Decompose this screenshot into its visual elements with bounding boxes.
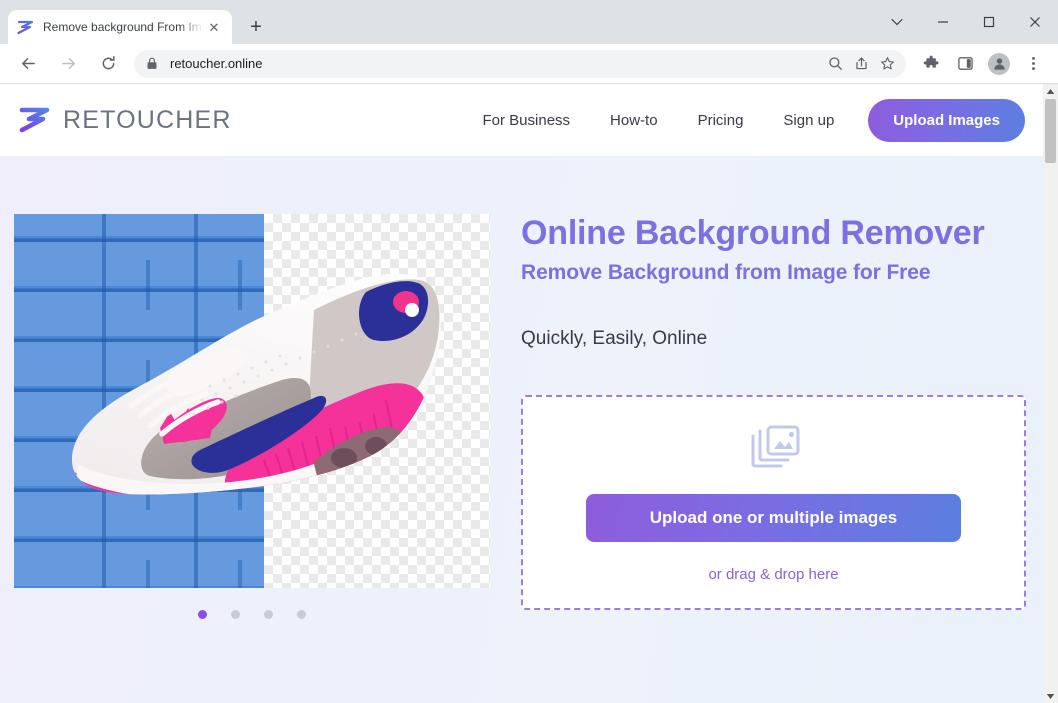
profile-button[interactable] <box>985 50 1013 78</box>
extensions-button[interactable] <box>917 50 945 78</box>
avatar <box>988 52 1010 75</box>
scrollbar-thumb[interactable] <box>1045 99 1056 163</box>
browser-window: Remove background From Image ✕ + <box>0 0 1058 703</box>
retoucher-logo-icon <box>18 105 52 135</box>
site-logo[interactable]: RETOUCHER <box>18 105 232 135</box>
bookmark-star-icon[interactable] <box>874 51 900 77</box>
nav-item-sign-up[interactable]: Sign up <box>783 112 834 129</box>
main-nav: For Business How-to Pricing Sign up Uplo… <box>483 98 1025 142</box>
reload-button[interactable] <box>93 49 123 79</box>
nav-item-pricing[interactable]: Pricing <box>698 112 744 129</box>
side-panel-button[interactable] <box>951 50 979 78</box>
close-window-button[interactable] <box>1012 0 1058 44</box>
image-with-background <box>14 214 264 588</box>
page-subtitle: Remove Background from Image for Free <box>521 261 931 285</box>
minimize-button[interactable] <box>920 0 966 44</box>
site-header: RETOUCHER For Business How-to Pricing Si… <box>0 84 1043 157</box>
before-after-carousel[interactable] <box>14 214 490 703</box>
hero-section: Online Background Remover Remove Backgro… <box>0 157 1043 703</box>
lock-icon <box>146 57 160 71</box>
omnibox-actions <box>822 51 900 77</box>
comparison-image <box>14 214 490 588</box>
carousel-dot-4[interactable] <box>297 609 306 619</box>
carousel-dots[interactable] <box>14 607 490 621</box>
nav-item-for-business[interactable]: For Business <box>483 112 571 129</box>
carousel-dot-2[interactable] <box>231 609 240 619</box>
forward-button[interactable] <box>53 49 83 79</box>
browser-toolbar: retoucher.online <box>0 44 1058 84</box>
upload-dropzone[interactable]: Upload one or multiple images or drag & … <box>521 395 1026 611</box>
three-dot-menu-button[interactable] <box>1019 50 1047 78</box>
back-button[interactable] <box>13 49 43 79</box>
page-title: Online Background Remover <box>521 214 985 252</box>
image-transparent-background <box>264 214 490 588</box>
scroll-up-arrow-icon[interactable] <box>1043 84 1058 98</box>
page-content: RETOUCHER For Business How-to Pricing Si… <box>0 84 1043 703</box>
page-scrollbar[interactable] <box>1043 84 1058 703</box>
url-text: retoucher.online <box>170 56 263 71</box>
tab-strip: Remove background From Image ✕ + <box>0 0 1058 44</box>
scroll-down-arrow-icon[interactable] <box>1043 689 1058 703</box>
nav-item-how-to[interactable]: How-to <box>610 112 658 129</box>
brick-wall-texture <box>14 214 264 588</box>
tab-title: Remove background From Image <box>43 20 203 34</box>
stacked-images-icon <box>747 424 801 472</box>
carousel-dot-3[interactable] <box>264 609 273 619</box>
logo-text: RETOUCHER <box>63 105 232 134</box>
hero-tagline: Quickly, Easily, Online <box>521 328 708 350</box>
address-bar[interactable]: retoucher.online <box>134 49 906 78</box>
carousel-dot-1[interactable] <box>198 609 207 619</box>
upload-images-button[interactable]: Upload Images <box>868 98 1025 142</box>
tab-search-button[interactable] <box>874 0 920 44</box>
upload-one-or-multiple-images-button[interactable]: Upload one or multiple images <box>586 494 961 543</box>
share-icon[interactable] <box>848 51 874 77</box>
maximize-button[interactable] <box>966 0 1012 44</box>
retoucher-logo-icon <box>17 19 34 36</box>
close-icon[interactable]: ✕ <box>205 18 223 36</box>
page-viewport: RETOUCHER For Business How-to Pricing Si… <box>0 84 1058 703</box>
search-icon[interactable] <box>822 51 848 77</box>
new-tab-button[interactable]: + <box>242 13 270 41</box>
drag-drop-hint: or drag & drop here <box>708 566 839 584</box>
hero-text-column: Online Background Remover Remove Backgro… <box>521 214 1041 703</box>
window-controls <box>874 0 1058 44</box>
browser-tab[interactable]: Remove background From Image ✕ <box>8 10 232 44</box>
